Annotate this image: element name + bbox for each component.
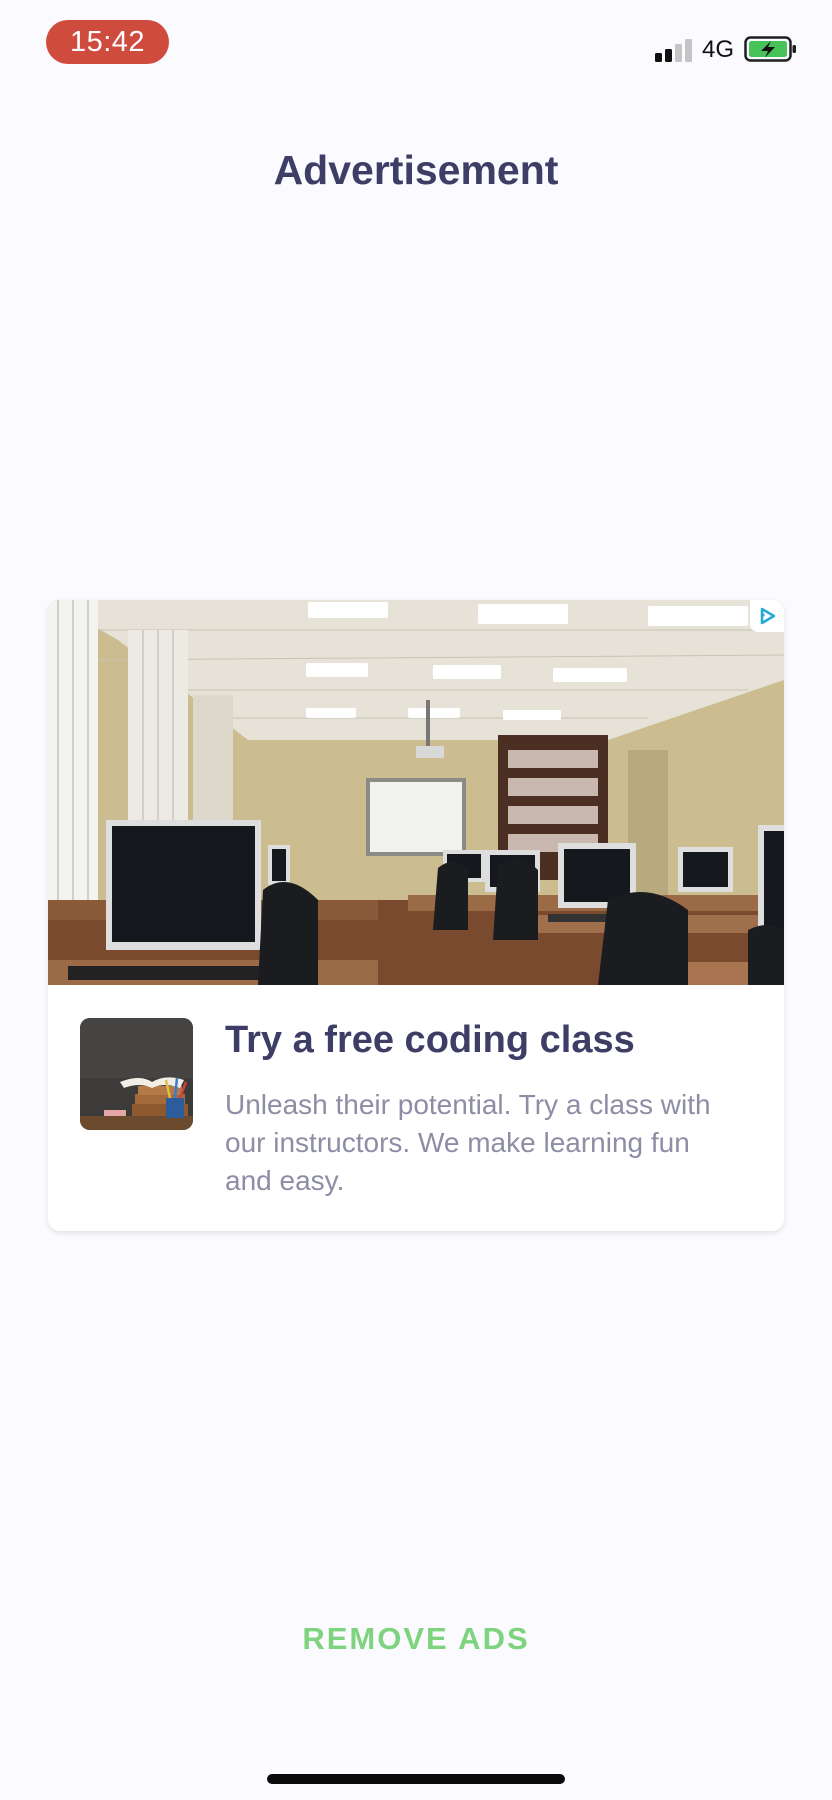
ad-thumbnail-image[interactable] bbox=[80, 1018, 193, 1130]
remove-ads-button[interactable]: REMOVE ADS bbox=[266, 1614, 566, 1664]
status-bar: 15:42 4G bbox=[0, 0, 832, 90]
adchoices-icon[interactable] bbox=[750, 600, 784, 632]
ad-image-classroom[interactable] bbox=[48, 600, 784, 985]
ad-headline[interactable]: Try a free coding class bbox=[225, 1016, 765, 1064]
status-time: 15:42 bbox=[46, 20, 169, 64]
page-title: Advertisement bbox=[273, 147, 559, 193]
network-type: 4G bbox=[702, 36, 735, 63]
battery-charging-icon bbox=[744, 36, 796, 62]
ad-body-text[interactable]: Unleash their potential. Try a class wit… bbox=[225, 1086, 735, 1200]
ad-card[interactable]: Try a free coding class Unleash their po… bbox=[48, 600, 784, 1231]
home-indicator[interactable] bbox=[267, 1774, 565, 1784]
cellular-signal-icon bbox=[655, 38, 695, 62]
